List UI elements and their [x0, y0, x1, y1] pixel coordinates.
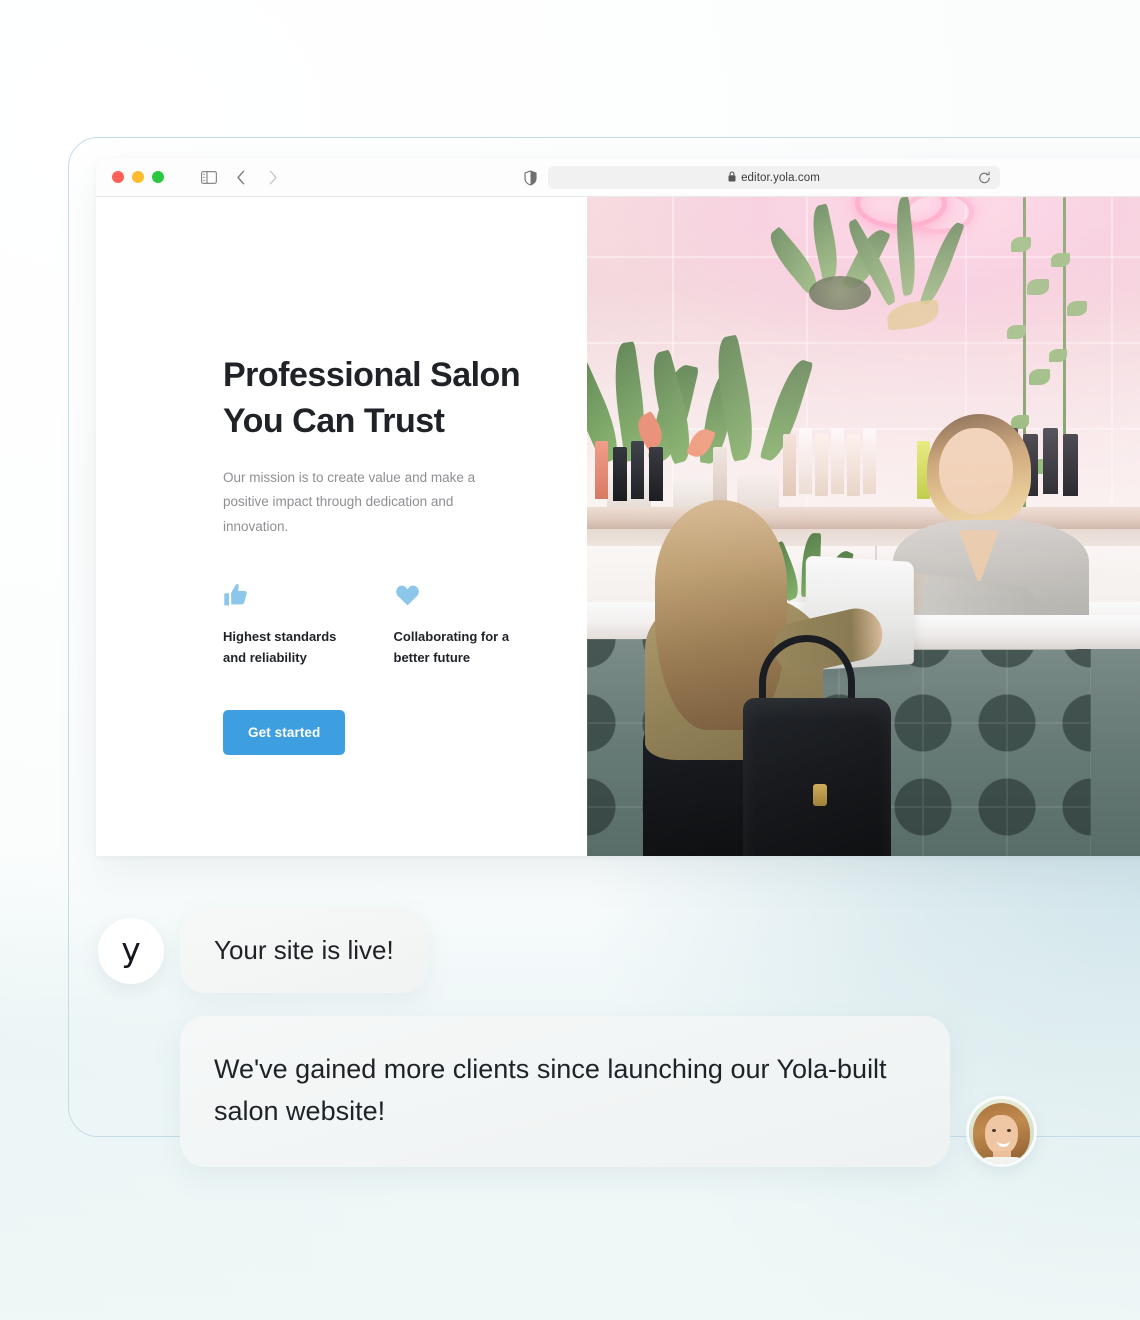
- chat-bubble: Your site is live!: [180, 908, 428, 994]
- heart-icon: [394, 579, 524, 609]
- page-title: Professional Salon You Can Trust: [223, 356, 521, 441]
- yola-logo-avatar: y: [98, 917, 164, 984]
- minimize-window-button[interactable]: [132, 171, 144, 183]
- chat-bubble-text: Your site is live!: [214, 935, 394, 965]
- browser-titlebar: editor.yola.com: [96, 158, 1140, 197]
- browser-nav-controls: [196, 165, 286, 189]
- client-photo-avatar: [969, 1098, 1034, 1164]
- privacy-shield-icon[interactable]: [524, 158, 537, 197]
- lock-icon: [728, 169, 736, 187]
- chat-message: y Your site is live!: [98, 908, 428, 994]
- hero-text-column: Professional Salon You Can Trust Our mis…: [96, 197, 587, 856]
- sidebar-toggle-icon[interactable]: [196, 165, 222, 189]
- maximize-window-button[interactable]: [152, 171, 164, 183]
- testimonial-chat: y Your site is live! We've gained more c…: [0, 856, 1140, 1320]
- feature-item: Highest standards and reliability: [223, 579, 353, 669]
- hero-subtitle: Our mission is to create value and make …: [223, 470, 476, 534]
- chat-message: We've gained more clients since launchin…: [180, 1016, 1034, 1167]
- forward-button[interactable]: [260, 165, 286, 189]
- window-traffic-lights: [96, 171, 164, 183]
- url-text: editor.yola.com: [741, 171, 820, 184]
- get-started-button[interactable]: Get started: [223, 709, 346, 755]
- yola-logo-mark: y: [121, 930, 141, 970]
- feature-label: Highest standards and reliability: [223, 628, 337, 666]
- thumbs-up-icon: [223, 579, 353, 609]
- close-window-button[interactable]: [112, 171, 124, 183]
- page-viewport: Professional Salon You Can Trust Our mis…: [96, 197, 1140, 856]
- feature-list: Highest standards and reliability Collab…: [223, 579, 523, 669]
- handbag: [743, 697, 891, 856]
- address-bar[interactable]: editor.yola.com: [548, 166, 1000, 189]
- chat-bubble-text: We've gained more clients since launchin…: [214, 1054, 887, 1126]
- feature-label: Collaborating for a better future: [393, 628, 510, 666]
- chat-bubble: We've gained more clients since launchin…: [180, 1016, 950, 1167]
- photo-shelf: [587, 506, 1140, 529]
- salon-reception-photo: [587, 197, 1140, 856]
- hero-copy: Professional Salon You Can Trust Our mis…: [223, 352, 523, 755]
- feature-item: Collaborating for a better future: [394, 579, 524, 669]
- reload-icon[interactable]: [978, 171, 991, 184]
- back-button[interactable]: [228, 165, 254, 189]
- browser-window: editor.yola.com Professional Salon You C…: [96, 158, 1140, 856]
